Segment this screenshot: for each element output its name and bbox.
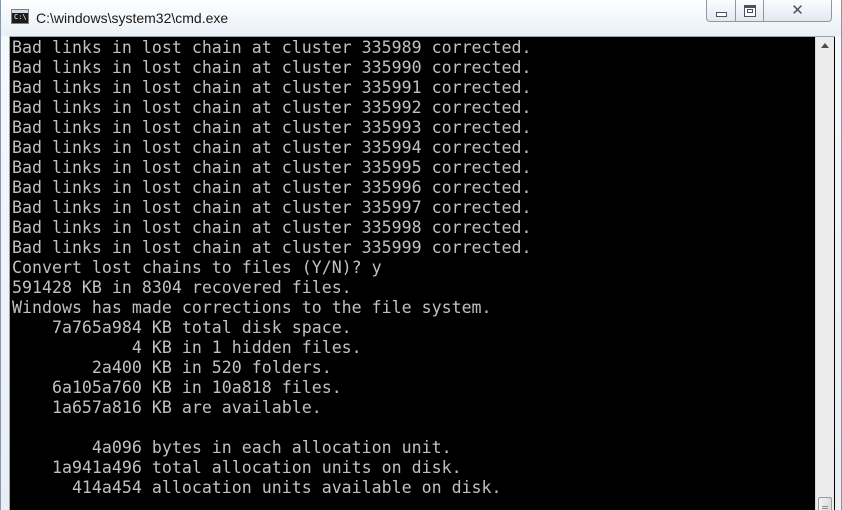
scroll-up-button[interactable] xyxy=(816,37,834,54)
console-line: Convert lost chains to files (Y/N)? y xyxy=(12,258,382,277)
title-bar[interactable]: C:\ C:\windows\system32\cmd.exe ✕ xyxy=(1,0,841,36)
console-line: 4 KB in 1 hidden files. xyxy=(12,338,362,357)
close-icon: ✕ xyxy=(791,1,804,19)
minimize-icon xyxy=(715,11,727,17)
console-line: Bad links in lost chain at cluster 33599… xyxy=(12,158,532,177)
console-line: Bad links in lost chain at cluster 33599… xyxy=(12,58,532,77)
maximize-button[interactable] xyxy=(736,0,764,22)
cmd-icon[interactable]: C:\ xyxy=(11,9,29,24)
console-line: Bad links in lost chain at cluster 33599… xyxy=(12,98,532,117)
console-line: 4a096 bytes in each allocation unit. xyxy=(12,438,452,457)
scroll-thumb[interactable] xyxy=(818,497,832,510)
console-line: Bad links in lost chain at cluster 33599… xyxy=(12,238,532,257)
console-line: 6a105a760 KB in 10a818 files. xyxy=(12,378,342,397)
console-line: Bad links in lost chain at cluster 33599… xyxy=(12,178,532,197)
console-line: 1a657a816 KB are available. xyxy=(12,398,322,417)
console-line: 2a400 KB in 520 folders. xyxy=(12,358,332,377)
console-line: Bad links in lost chain at cluster 33599… xyxy=(12,198,532,217)
console-frame: Bad links in lost chain at cluster 33598… xyxy=(9,36,835,510)
scroll-track[interactable] xyxy=(816,54,834,510)
console-line: Windows has made corrections to the file… xyxy=(12,298,492,317)
caption-buttons: ✕ xyxy=(706,0,832,22)
minimize-button[interactable] xyxy=(706,0,736,22)
scroll-up-arrow-icon xyxy=(821,43,829,48)
close-button[interactable]: ✕ xyxy=(764,0,832,22)
cmd-icon-glyph: C:\ xyxy=(14,13,27,21)
scroll-thumb-grip xyxy=(822,506,828,507)
console-line: Bad links in lost chain at cluster 33598… xyxy=(12,38,532,57)
console-line: 591428 KB in 8304 recovered files. xyxy=(12,278,352,297)
window-title: C:\windows\system32\cmd.exe xyxy=(36,10,229,26)
vertical-scrollbar[interactable] xyxy=(815,37,834,510)
console-line: 414a454 allocation units available on di… xyxy=(12,478,502,497)
console-line: Bad links in lost chain at cluster 33599… xyxy=(12,118,532,137)
console-line: 1a941a496 total allocation units on disk… xyxy=(12,458,462,477)
maximize-icon xyxy=(743,4,756,17)
console-line: 7a765a984 KB total disk space. xyxy=(12,318,352,337)
cmd-window: C:\ C:\windows\system32\cmd.exe ✕ Bad li… xyxy=(0,0,842,510)
scroll-thumb-grip xyxy=(822,508,828,509)
console-line: Bad links in lost chain at cluster 33599… xyxy=(12,218,532,237)
console-output[interactable]: Bad links in lost chain at cluster 33598… xyxy=(10,37,814,510)
console-line: Bad links in lost chain at cluster 33599… xyxy=(12,138,532,157)
console-line: Bad links in lost chain at cluster 33599… xyxy=(12,78,532,97)
